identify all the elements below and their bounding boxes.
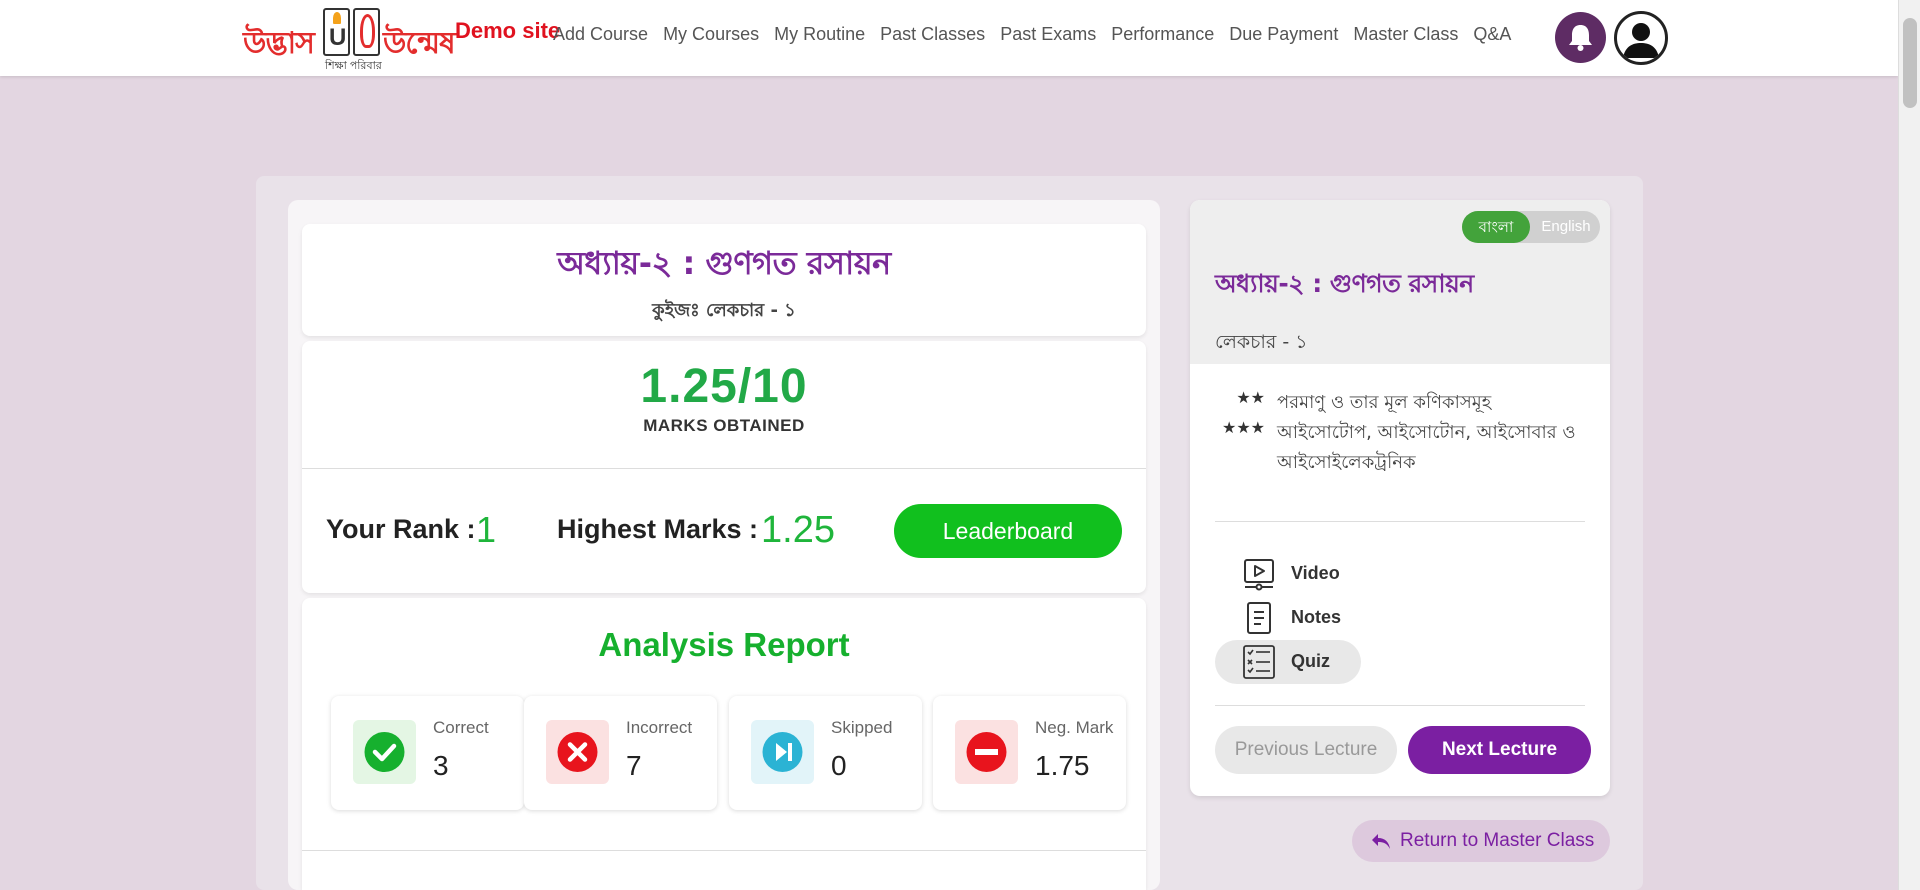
logo-emblem-u: U <box>323 8 350 56</box>
chapter-title: অধ্যায়-২ : গুণগত রসায়ন <box>557 244 891 282</box>
resource-label: Quiz <box>1291 651 1330 671</box>
demo-site-label: Demo site <box>455 18 561 43</box>
nav-due-payment[interactable]: Due Payment <box>1229 24 1338 44</box>
video-icon <box>1244 559 1274 591</box>
resource-label: Video <box>1291 563 1340 583</box>
stat-value: 0 <box>831 750 847 781</box>
stat-value: 7 <box>626 750 642 781</box>
stat-value: 3 <box>433 750 449 781</box>
topic-text: পরমাণু ও তার মূল কণিকাসমূহ <box>1277 392 1492 413</box>
skip-forward-icon <box>762 732 803 772</box>
nav-master-class[interactable]: Master Class <box>1353 24 1458 44</box>
lecture-sidebar-card: বাংলা English অধ্যায়-২ : গুণগত রসায়ন ল… <box>1190 200 1610 796</box>
user-avatar-button[interactable] <box>1614 11 1668 65</box>
language-toggle[interactable]: বাংলা English <box>1462 211 1600 243</box>
rank-value: 1 <box>476 509 497 550</box>
quiz-subtitle: কুইজঃ লেকচার - ১ <box>652 300 796 321</box>
neg-mark-icon-box <box>955 720 1018 784</box>
skipped-icon-box <box>751 720 814 784</box>
stat-label: Incorrect <box>626 718 693 737</box>
previous-lecture-button[interactable]: Previous Lecture <box>1215 726 1397 774</box>
resource-notes[interactable]: Notes <box>1215 596 1361 640</box>
logo-subtitle: শিক্ষা পরিবার <box>325 60 382 72</box>
importance-stars: ★★★ <box>1221 418 1265 437</box>
divider <box>1215 521 1585 522</box>
logo-text-right: উন্মেষ <box>383 26 456 61</box>
resource-video[interactable]: Video <box>1215 552 1361 596</box>
marks-obtained-label: MARKS OBTAINED <box>643 416 805 435</box>
stat-card-skipped: Skipped 0 <box>729 696 922 810</box>
divider <box>1215 705 1585 706</box>
nav-add-course[interactable]: Add Course <box>553 24 648 44</box>
return-label: Return to Master Class <box>1400 830 1595 851</box>
notes-icon <box>1247 602 1271 634</box>
stat-card-incorrect: Incorrect 7 <box>524 696 717 810</box>
sidebar-lecture-label: লেকচার - ১ <box>1215 331 1308 353</box>
brand-logo[interactable]: উদ্ভাস U উন্মেষ শিক্ষা পরিবার <box>243 5 458 73</box>
nav-qa[interactable]: Q&A <box>1473 24 1511 44</box>
highest-marks-label: Highest Marks : <box>557 514 759 544</box>
check-circle-icon <box>364 732 405 772</box>
notification-bell-button[interactable] <box>1555 12 1606 63</box>
logo-text-left: উদ্ভাস <box>243 26 315 61</box>
analysis-title: Analysis Report <box>598 626 850 663</box>
user-avatar-icon <box>1623 23 1659 58</box>
top-navbar: উদ্ভাস U উন্মেষ শিক্ষা পরিবার Demo site … <box>0 0 1898 76</box>
stat-value: 1.75 <box>1035 750 1090 781</box>
importance-stars: ★★ <box>1236 388 1265 407</box>
stat-label: Neg. Mark <box>1035 718 1114 737</box>
return-to-master-class-button[interactable]: Return to Master Class <box>1352 820 1610 862</box>
next-lecture-button[interactable]: Next Lecture <box>1408 726 1591 774</box>
stat-label: Correct <box>433 718 489 737</box>
highest-marks-value: 1.25 <box>761 509 835 551</box>
correct-icon-box <box>353 720 416 784</box>
stat-label: Skipped <box>831 718 893 737</box>
score-value: 1.25/10 <box>640 360 808 413</box>
rank-label: Your Rank : <box>326 514 476 544</box>
scrollbar-thumb[interactable] <box>1903 18 1917 108</box>
page-scrollbar[interactable] <box>1898 0 1920 890</box>
resource-quiz[interactable]: Quiz <box>1215 640 1361 684</box>
lang-english-option[interactable]: English <box>1532 211 1600 243</box>
nav-past-classes[interactable]: Past Classes <box>880 24 985 44</box>
nav-past-exams[interactable]: Past Exams <box>1000 24 1096 44</box>
lang-bangla-option[interactable]: বাংলা <box>1462 211 1530 243</box>
score-panel: 1.25/10 MARKS OBTAINED Your Rank : 1 Hig… <box>302 341 1146 593</box>
nav-my-courses[interactable]: My Courses <box>663 24 759 44</box>
quiz-title-panel: অধ্যায়-২ : গুণগত রসায়ন কুইজঃ লেকচার - … <box>302 224 1146 336</box>
resource-label: Notes <box>1291 607 1342 627</box>
divider <box>302 468 1146 469</box>
nav-links: Add Course My Courses My Routine Past Class… <box>553 24 1526 45</box>
nav-performance[interactable]: Performance <box>1111 24 1214 44</box>
sidebar-chapter-title: অধ্যায়-২ : গুণগত রসায়ন <box>1215 269 1474 298</box>
lecture-header: বাংলা English অধ্যায়-২ : গুণগত রসায়ন ল… <box>1190 200 1610 364</box>
nav-my-routine[interactable]: My Routine <box>774 24 865 44</box>
quiz-checklist-icon <box>1243 645 1275 679</box>
bell-icon <box>1569 25 1592 51</box>
leaderboard-button[interactable]: Leaderboard <box>894 504 1122 558</box>
return-arrow-icon <box>1372 834 1390 849</box>
stat-card-correct: Correct 3 <box>331 696 524 810</box>
divider <box>302 850 1146 851</box>
x-circle-icon <box>557 732 598 772</box>
incorrect-icon-box <box>546 720 609 784</box>
minus-circle-icon <box>966 732 1007 772</box>
topic-text: আইসোটোপ, আইসোটোন, আইসোবার ও আইসোইলেকট্রন… <box>1277 422 1576 473</box>
stat-card-neg-mark: Neg. Mark 1.75 <box>933 696 1126 810</box>
logo-emblem-flame <box>353 8 380 56</box>
analysis-report-panel: Analysis Report Correct 3 Incorrect 7 Sk… <box>302 598 1146 890</box>
